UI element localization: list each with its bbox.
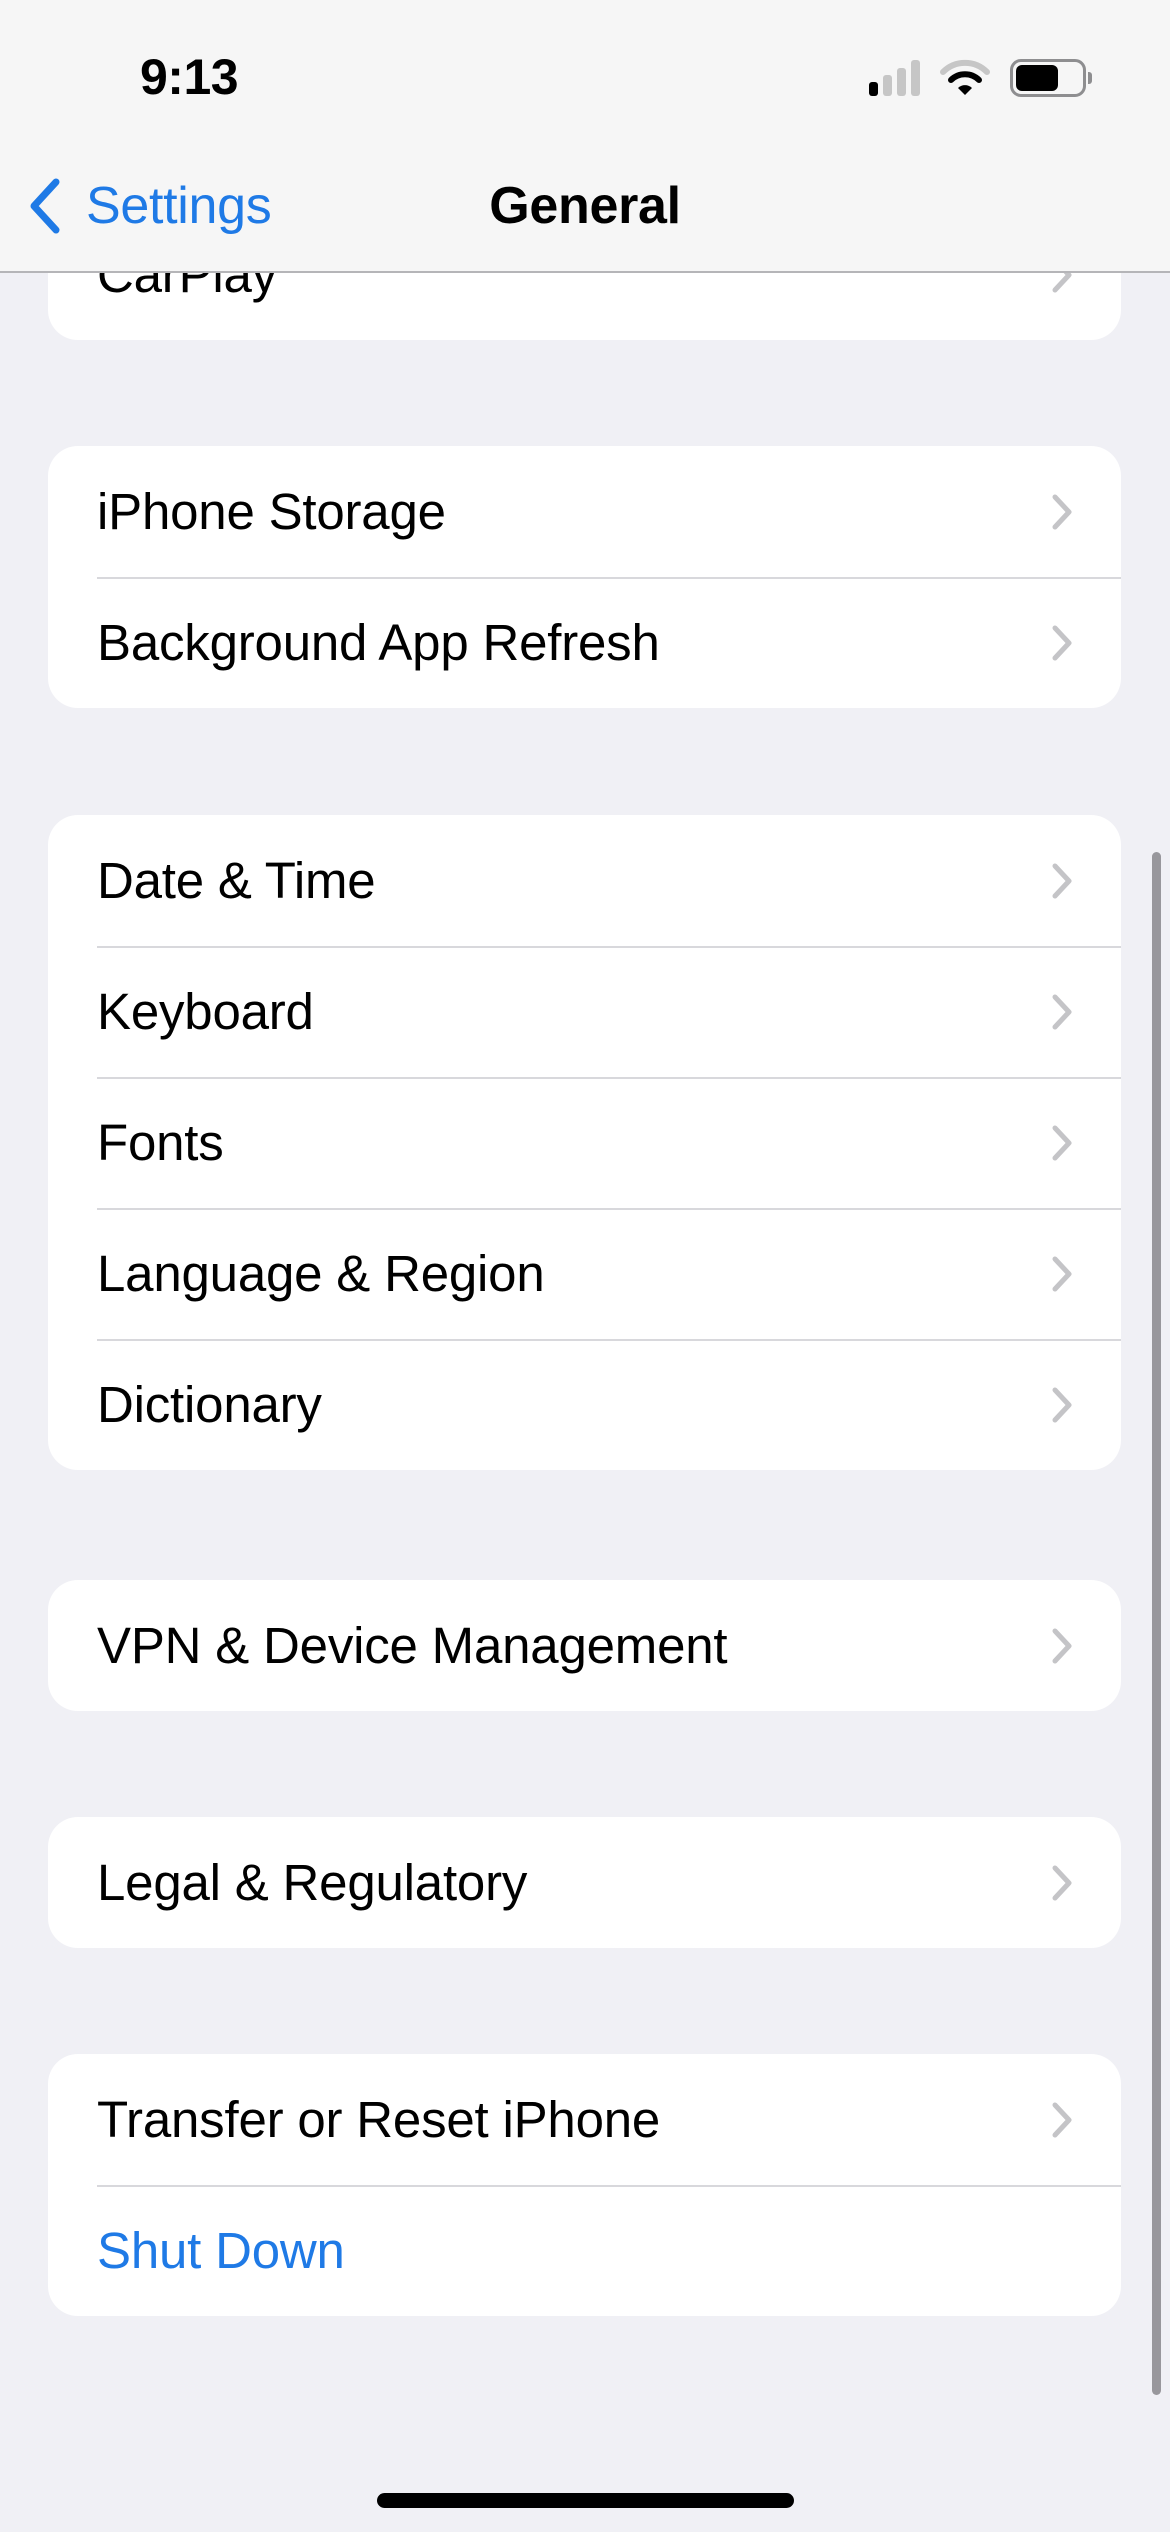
row-label: Language & Region [97, 1245, 545, 1302]
chevron-right-icon [1052, 863, 1072, 898]
group-vpn: VPN & Device Management [48, 1580, 1121, 1711]
chevron-right-icon [1052, 625, 1072, 660]
row-label: Date & Time [97, 852, 376, 909]
chevron-right-icon [1052, 1387, 1072, 1422]
battery-icon [1010, 59, 1092, 97]
chevron-right-icon [1052, 1256, 1072, 1291]
row-transfer-reset[interactable]: Transfer or Reset iPhone [48, 2054, 1121, 2185]
general-settings-screen: CarPlay iPhone Storage Background App Re… [0, 0, 1170, 2532]
scrollbar[interactable] [1152, 852, 1161, 2395]
group-reset: Transfer or Reset iPhone Shut Down [48, 2054, 1121, 2316]
status-icons [869, 58, 1092, 98]
status-time: 9:13 [140, 49, 239, 105]
chevron-right-icon [1052, 1125, 1072, 1160]
row-label: Transfer or Reset iPhone [97, 2091, 661, 2148]
cellular-signal-icon [869, 60, 920, 96]
row-label: Background App Refresh [97, 614, 660, 671]
row-label: Fonts [97, 1114, 224, 1171]
row-vpn-device-management[interactable]: VPN & Device Management [48, 1580, 1121, 1711]
group-storage: iPhone Storage Background App Refresh [48, 446, 1121, 708]
group-locale: Date & Time Keyboard Fonts Language & Re… [48, 815, 1121, 1470]
chevron-right-icon [1052, 494, 1072, 529]
row-label: Shut Down [97, 2222, 345, 2279]
navigation-header: 9:13 Settings General [0, 0, 1170, 273]
row-label: iPhone Storage [97, 483, 446, 540]
chevron-right-icon [1052, 1628, 1072, 1663]
row-keyboard[interactable]: Keyboard [48, 946, 1121, 1077]
chevron-right-icon [1052, 1865, 1072, 1900]
row-label: Legal & Regulatory [97, 1854, 528, 1911]
row-iphone-storage[interactable]: iPhone Storage [48, 446, 1121, 577]
row-label: Dictionary [97, 1376, 322, 1433]
row-background-app-refresh[interactable]: Background App Refresh [48, 577, 1121, 708]
wifi-icon [940, 59, 990, 95]
shut-down-button[interactable]: Shut Down [48, 2185, 1121, 2316]
home-indicator[interactable] [377, 2493, 794, 2508]
row-label: Keyboard [97, 983, 314, 1040]
chevron-right-icon [1052, 994, 1072, 1029]
row-label: VPN & Device Management [97, 1617, 728, 1674]
row-dictionary[interactable]: Dictionary [48, 1339, 1121, 1470]
page-title: General [489, 177, 681, 235]
row-fonts[interactable]: Fonts [48, 1077, 1121, 1208]
row-date-time[interactable]: Date & Time [48, 815, 1121, 946]
chevron-right-icon [1052, 2102, 1072, 2137]
group-legal: Legal & Regulatory [48, 1817, 1121, 1948]
row-language-region[interactable]: Language & Region [48, 1208, 1121, 1339]
row-legal-regulatory[interactable]: Legal & Regulatory [48, 1817, 1121, 1948]
